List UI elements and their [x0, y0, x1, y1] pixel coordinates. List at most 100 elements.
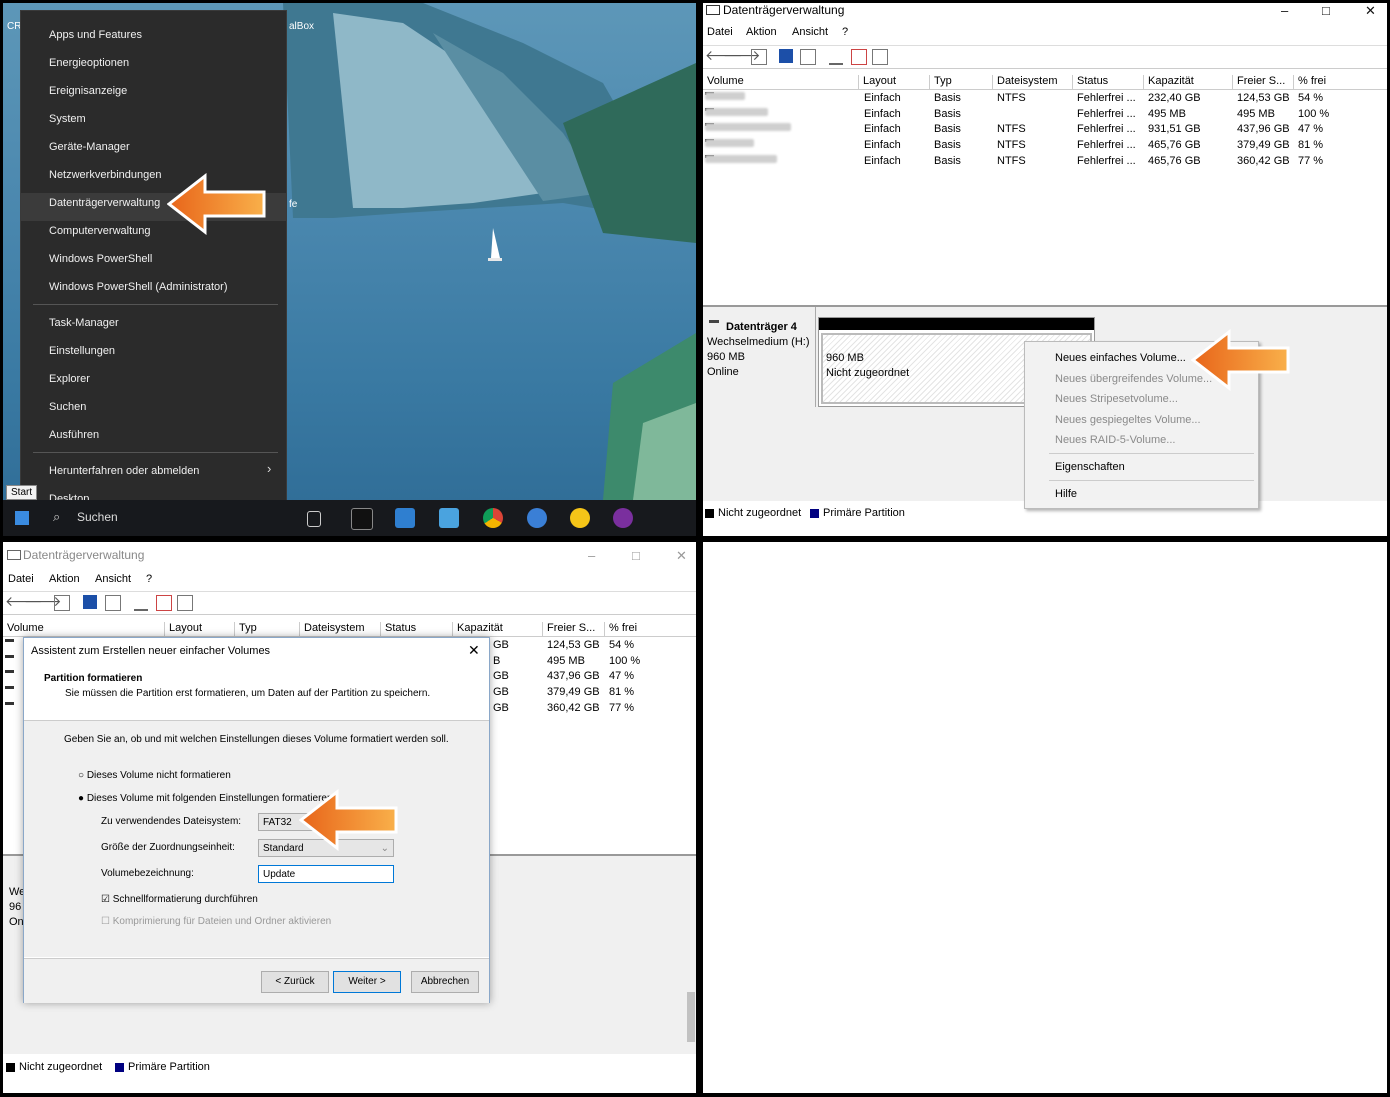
- maximize-icon[interactable]: □: [632, 548, 640, 563]
- menu-item-datentraeger[interactable]: Datenträgerverwaltung: [49, 192, 160, 214]
- maximize-icon[interactable]: □: [1322, 3, 1330, 18]
- col-frei[interactable]: Freier S...: [542, 622, 603, 636]
- menu-separator: [1049, 453, 1254, 454]
- col-dateisystem[interactable]: Dateisystem: [992, 75, 1071, 89]
- menu-ansicht[interactable]: Ansicht: [792, 26, 828, 38]
- menu-item-system[interactable]: System: [49, 108, 86, 130]
- radio-no-format[interactable]: ○ Dieses Volume nicht formatieren: [78, 770, 231, 781]
- quick-format-checkbox[interactable]: ☑ Schnellformatierung durchführen: [101, 894, 258, 905]
- back-icon[interactable]: 🡐: [705, 47, 743, 63]
- check-icon[interactable]: [156, 595, 172, 611]
- list-icon[interactable]: [177, 595, 193, 611]
- back-icon[interactable]: 🡐: [5, 593, 43, 609]
- menu-item-taskmanager[interactable]: Task-Manager: [49, 312, 119, 334]
- table-row[interactable]: Einfach Basis NTFS Fehlerfrei ... 232,40 GB 1…: [703, 92, 1387, 108]
- menu-eigenschaften[interactable]: Eigenschaften: [1055, 461, 1125, 473]
- connect-icon[interactable]: [829, 49, 843, 65]
- cell-pct: 77 %: [1298, 154, 1324, 167]
- col-kapazitaet[interactable]: Kapazität: [452, 622, 537, 636]
- app-warning-icon[interactable]: [570, 508, 590, 528]
- col-volume[interactable]: Volume: [703, 75, 857, 89]
- close-icon[interactable]: ✕: [676, 548, 687, 564]
- col-kapazitaet[interactable]: Kapazität: [1143, 75, 1228, 89]
- menu-aktion[interactable]: Aktion: [746, 26, 777, 38]
- check-icon[interactable]: [851, 49, 867, 65]
- minimize-icon[interactable]: –: [588, 548, 595, 563]
- col-prozent[interactable]: % frei: [1293, 75, 1368, 89]
- col-layout[interactable]: Layout: [858, 75, 927, 89]
- menu-item-energie[interactable]: Energieoptionen: [49, 52, 129, 74]
- menu-ansicht[interactable]: Ansicht: [95, 573, 131, 585]
- menu-item-ausfuehren[interactable]: Ausführen: [49, 424, 99, 446]
- col-dateisystem[interactable]: Dateisystem: [299, 622, 378, 636]
- search-icon[interactable]: ⌕: [53, 509, 60, 525]
- menu-item-netzwerk[interactable]: Netzwerkverbindungen: [49, 164, 162, 186]
- minimize-icon[interactable]: –: [1281, 3, 1288, 18]
- properties-icon[interactable]: [800, 49, 816, 65]
- menu-aktion[interactable]: Aktion: [49, 573, 80, 585]
- app-icon: [706, 5, 720, 15]
- volume-label-input[interactable]: Update: [258, 865, 394, 883]
- cancel-button[interactable]: Abbrechen: [411, 971, 479, 993]
- list-icon[interactable]: [872, 49, 888, 65]
- menu-item-explorer[interactable]: Explorer: [49, 368, 90, 390]
- col-frei[interactable]: Freier S...: [1232, 75, 1293, 89]
- terminal-icon[interactable]: [351, 508, 373, 530]
- menu-item-powershell-admin[interactable]: Windows PowerShell (Administrator): [49, 276, 228, 298]
- forward-icon[interactable]: 🡒: [723, 47, 761, 63]
- task-view-icon[interactable]: [307, 511, 321, 527]
- help-icon[interactable]: [83, 595, 97, 609]
- menu-item-apps[interactable]: Apps und Features: [49, 24, 142, 46]
- menu-item-geraete[interactable]: Geräte-Manager: [49, 136, 130, 158]
- cell-unit-partial: GB: [493, 639, 509, 651]
- menu-datei[interactable]: Datei: [707, 26, 733, 38]
- table-row[interactable]: Einfach Basis NTFS Fehlerfrei ... 465,76 GB 3…: [703, 139, 1387, 155]
- scrollbar-thumb[interactable]: [687, 992, 695, 1042]
- menu-item-herunterfahren[interactable]: Herunterfahren oder abmelden: [49, 460, 199, 482]
- menu-datei[interactable]: Datei: [8, 573, 34, 585]
- menu-item-suchen[interactable]: Suchen: [49, 396, 86, 418]
- help-icon[interactable]: [779, 49, 793, 63]
- table-row[interactable]: Einfach Basis NTFS Fehlerfrei ... 931,51 GB 4…: [703, 123, 1387, 139]
- disk-partial-2: 96: [9, 901, 22, 913]
- media-icon[interactable]: [613, 508, 633, 528]
- chrome-icon[interactable]: [483, 508, 503, 528]
- connect-icon[interactable]: [134, 595, 148, 611]
- close-icon[interactable]: ✕: [1365, 3, 1376, 19]
- menu-neues-einfaches-volume[interactable]: Neues einfaches Volume...: [1055, 352, 1186, 364]
- menu-help[interactable]: ?: [146, 573, 152, 585]
- menu-item-ereignis[interactable]: Ereignisanzeige: [49, 80, 127, 102]
- taskbar-search-text[interactable]: Suchen: [77, 510, 118, 524]
- col-status[interactable]: Status: [1072, 75, 1141, 89]
- col-typ[interactable]: Typ: [234, 622, 295, 636]
- menu-help[interactable]: ?: [842, 26, 848, 38]
- cell-typ: Basis: [934, 123, 961, 136]
- back-button[interactable]: < Zurück: [261, 971, 329, 993]
- table-row[interactable]: Einfach Basis Fehlerfrei ... 495 MB 495 MB 10…: [703, 107, 1387, 124]
- menu-item-computer[interactable]: Computerverwaltung: [49, 220, 151, 242]
- console-icon[interactable]: [751, 49, 767, 65]
- cell-pct: 54 %: [1298, 92, 1324, 104]
- next-button[interactable]: Weiter >: [333, 971, 401, 993]
- windows-start-icon[interactable]: [15, 511, 29, 525]
- col-volume[interactable]: Volume: [3, 622, 157, 636]
- console-icon[interactable]: [54, 595, 70, 611]
- radio-format[interactable]: ● Dieses Volume mit folgenden Einstellun…: [78, 793, 335, 804]
- col-layout[interactable]: Layout: [164, 622, 233, 636]
- cell-unit-partial: B: [493, 654, 501, 667]
- table-row[interactable]: Einfach Basis NTFS Fehlerfrei ... 465,76 GB 3…: [703, 154, 1387, 171]
- network-icon[interactable]: [395, 508, 415, 528]
- col-status[interactable]: Status: [380, 622, 449, 636]
- col-prozent[interactable]: % frei: [604, 622, 689, 636]
- forward-icon[interactable]: 🡒: [24, 593, 62, 609]
- col-typ[interactable]: Typ: [929, 75, 990, 89]
- menu-item-powershell[interactable]: Windows PowerShell: [49, 248, 152, 270]
- menu-item-einstellungen[interactable]: Einstellungen: [49, 340, 115, 362]
- app-icon[interactable]: [439, 508, 459, 528]
- menu-hilfe[interactable]: Hilfe: [1055, 488, 1077, 500]
- close-icon[interactable]: ✕: [468, 642, 480, 659]
- scrollbar[interactable]: [1377, 307, 1387, 501]
- menubar: Datei Aktion Ansicht ?: [3, 573, 696, 591]
- thunderbird-icon[interactable]: [527, 508, 547, 528]
- properties-icon[interactable]: [105, 595, 121, 611]
